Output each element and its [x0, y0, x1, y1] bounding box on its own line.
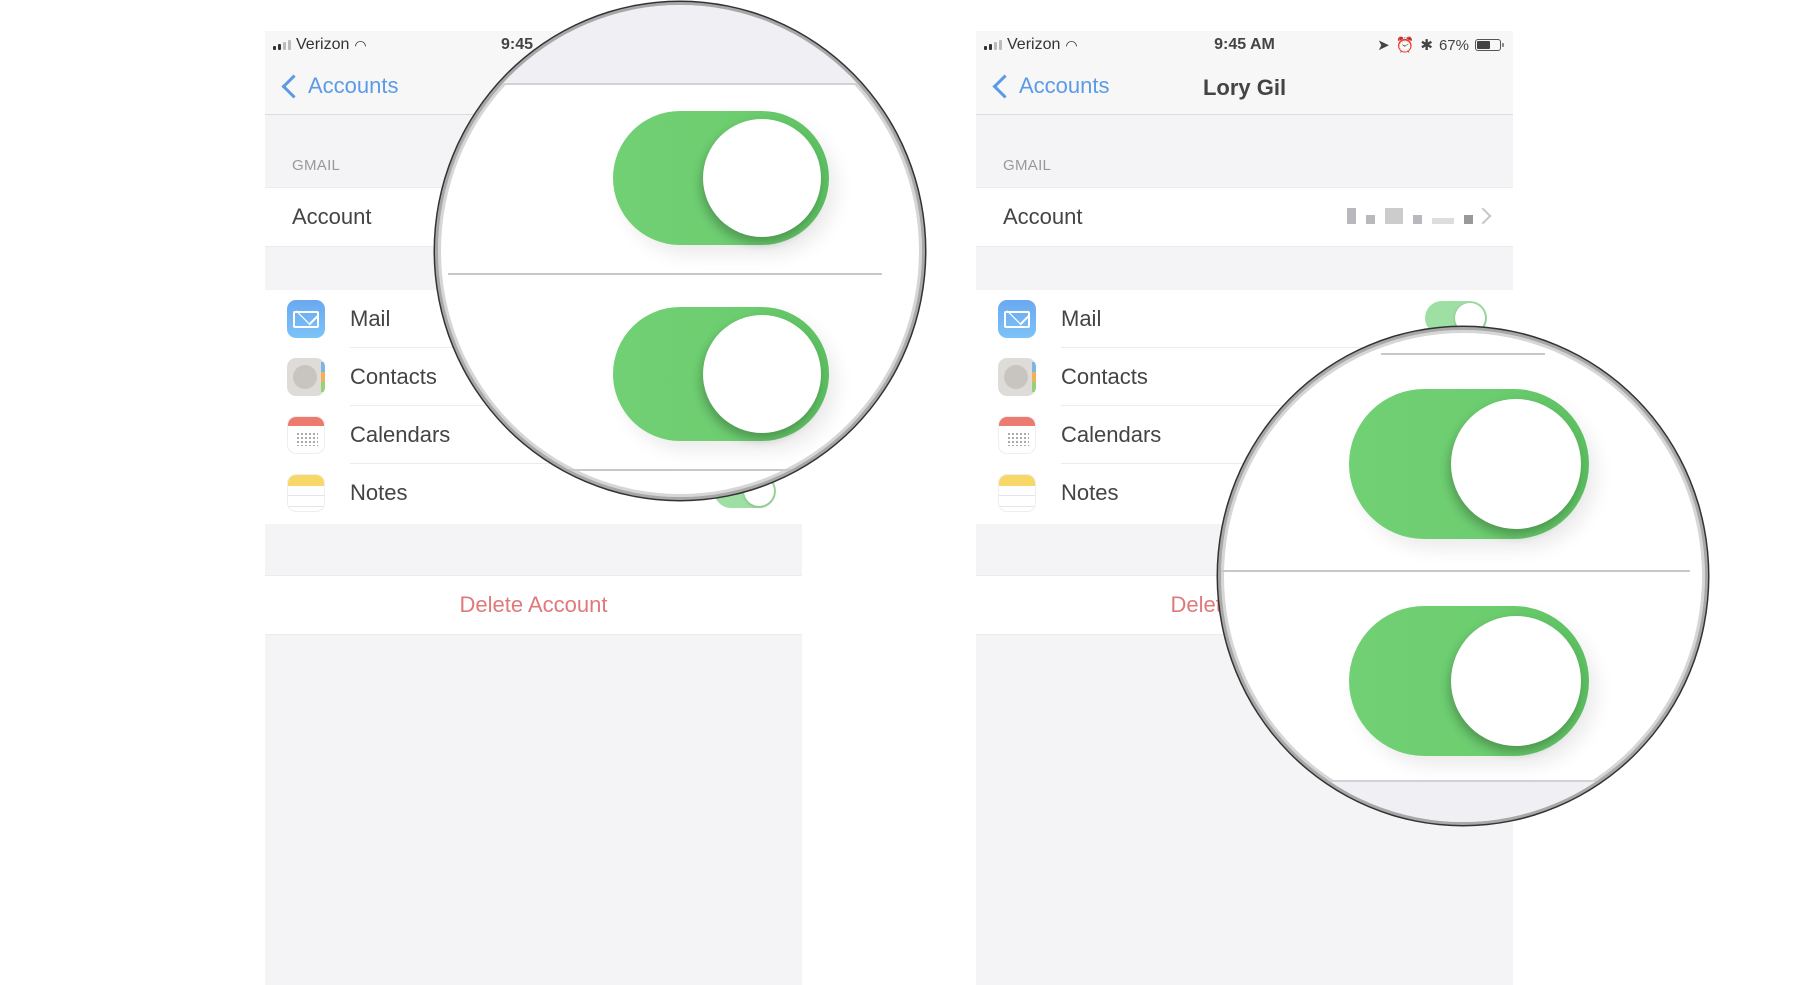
page-title: Lory Gil	[1202, 75, 1287, 100]
delete-account-button[interactable]: Delete Account	[265, 575, 802, 635]
app-label: Contacts	[350, 364, 437, 389]
status-bar: Verizon ◠ 9:45 AM ➤ ⏰ ✱ 67%	[976, 31, 1513, 61]
toggle-knob	[703, 315, 821, 433]
back-label: Accounts	[308, 73, 399, 98]
magnified-footer	[1221, 780, 1705, 822]
delete-account-label: Delete Account	[459, 592, 608, 617]
chevron-right-icon	[1474, 207, 1492, 225]
section-header: GMAIL	[292, 157, 341, 174]
magnifier-callout	[1218, 327, 1708, 825]
app-label: Notes	[350, 480, 408, 505]
account-label: Account	[1003, 204, 1083, 229]
app-label: Notes	[1061, 480, 1119, 505]
app-label: Contacts	[1061, 364, 1148, 389]
mail-icon	[998, 300, 1036, 338]
alarm-icon: ⏰	[1395, 37, 1415, 54]
magnified-toggle-contacts[interactable]	[613, 307, 829, 441]
app-label: Mail	[1061, 306, 1102, 331]
chevron-left-icon	[281, 73, 306, 99]
contacts-icon	[998, 358, 1036, 396]
bluetooth-icon: ✱	[1420, 37, 1433, 54]
magnifier-callout	[435, 2, 925, 500]
magnified-toggle-contacts[interactable]	[1349, 389, 1589, 539]
app-label: Mail	[350, 306, 391, 331]
calendar-icon	[998, 416, 1036, 454]
divider	[558, 469, 802, 471]
divider	[1221, 570, 1690, 572]
notes-icon	[998, 474, 1036, 512]
toggle-knob	[703, 119, 821, 237]
battery-icon	[1475, 39, 1504, 51]
back-button[interactable]: Accounts	[279, 73, 399, 99]
account-label: Account	[292, 204, 372, 229]
section-header: GMAIL	[1003, 157, 1052, 174]
account-value-redacted	[1347, 208, 1473, 224]
account-row[interactable]: Account	[976, 187, 1513, 247]
notes-icon	[287, 474, 325, 512]
contacts-icon	[287, 358, 325, 396]
toggle-knob	[1451, 399, 1581, 529]
app-label: Calendars	[350, 422, 451, 447]
toggle-knob	[1451, 616, 1581, 746]
nav-bar: Accounts Lory Gil	[976, 61, 1513, 115]
magnified-toggle-mail[interactable]	[613, 111, 829, 245]
calendar-icon	[287, 416, 325, 454]
magnified-nav-bar	[438, 5, 922, 85]
location-icon: ➤	[1377, 37, 1390, 54]
magnified-toggle-calendars[interactable]	[1349, 606, 1589, 756]
app-label: Calendars	[1061, 422, 1162, 447]
divider	[448, 273, 882, 275]
battery-percent: 67%	[1438, 36, 1469, 54]
divider	[1381, 353, 1545, 355]
mail-icon	[287, 300, 325, 338]
